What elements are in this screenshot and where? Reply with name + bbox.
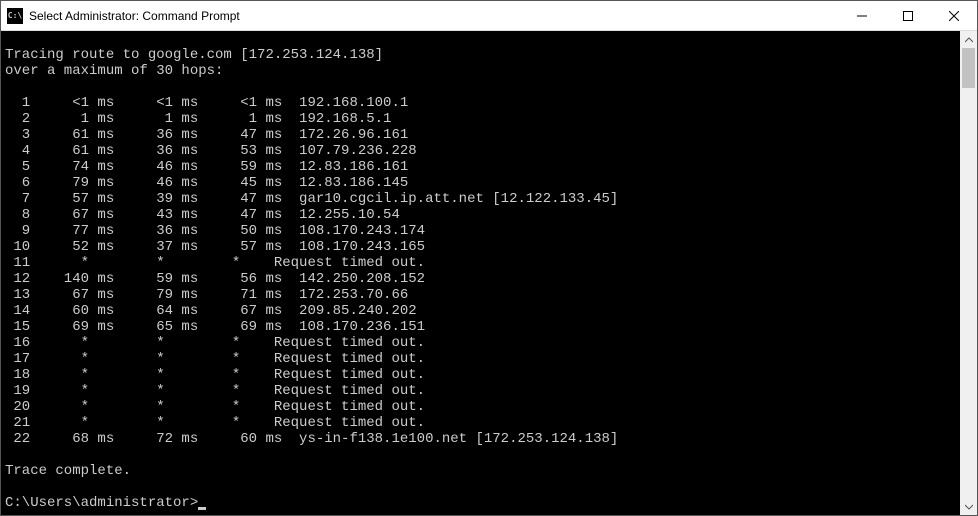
chevron-up-icon <box>965 37 973 43</box>
cmd-icon: C:\ <box>7 8 23 24</box>
close-icon <box>949 11 959 21</box>
terminal-output[interactable]: Tracing route to google.com [172.253.124… <box>1 31 960 515</box>
window-controls <box>839 1 977 30</box>
maximize-button[interactable] <box>885 1 931 31</box>
command-prompt-window: C:\ Select Administrator: Command Prompt… <box>0 0 978 516</box>
minimize-button[interactable] <box>839 1 885 31</box>
scroll-thumb[interactable] <box>962 48 975 88</box>
scroll-down-button[interactable] <box>960 498 977 515</box>
minimize-icon <box>857 11 867 21</box>
close-button[interactable] <box>931 1 977 31</box>
cursor <box>198 507 206 510</box>
terminal-area: Tracing route to google.com [172.253.124… <box>1 31 977 515</box>
prompt-line[interactable]: C:\Users\administrator> <box>5 495 198 511</box>
scroll-up-button[interactable] <box>960 31 977 48</box>
titlebar[interactable]: C:\ Select Administrator: Command Prompt <box>1 1 977 31</box>
window-title: Select Administrator: Command Prompt <box>29 9 839 23</box>
maximize-icon <box>903 11 913 21</box>
chevron-down-icon <box>965 504 973 510</box>
vertical-scrollbar[interactable] <box>960 31 977 515</box>
